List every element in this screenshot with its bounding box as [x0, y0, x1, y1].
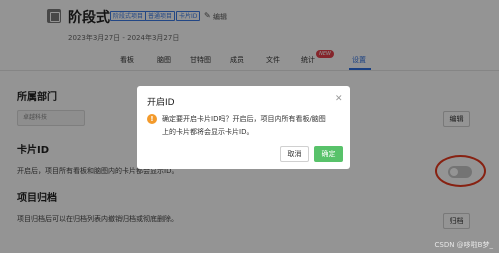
- dialog-message-line2: 上的卡片都将会显示卡片ID。: [162, 128, 254, 136]
- dialog-message-line1: 确定要开启卡片ID吗？开启后，项目内所有看板/脑图: [162, 115, 326, 123]
- confirm-button[interactable]: 确定: [314, 146, 343, 162]
- cancel-button[interactable]: 取消: [280, 146, 309, 162]
- warning-icon: !: [147, 114, 157, 124]
- close-icon[interactable]: ✕: [335, 94, 343, 104]
- enable-id-dialog: 开启ID ✕ ! 确定要开启卡片ID吗？开启后，项目内所有看板/脑图 上的卡片都…: [137, 86, 350, 169]
- watermark: CSDN @哆啦B梦_: [434, 241, 494, 249]
- dialog-title: 开启ID: [147, 98, 175, 108]
